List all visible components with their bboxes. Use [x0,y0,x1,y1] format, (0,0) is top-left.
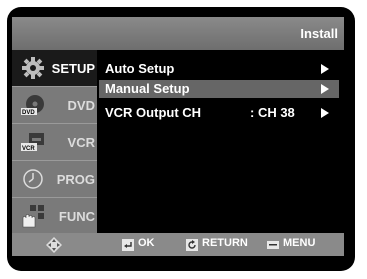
sidebar-item-setup[interactable]: SETUP [12,50,97,86]
sidebar-item-func[interactable]: FUNC [12,198,97,234]
menu-hint: MENU [267,237,327,253]
header-bar: Install [12,17,344,50]
menu-item-auto-setup[interactable]: Auto Setup [99,60,339,78]
vcr-cassette-icon: VCR [20,129,46,155]
menu-icon [267,238,279,250]
arrow-right-icon [321,84,329,94]
header-title: Install [300,26,338,41]
menu-item-vcr-output-ch[interactable]: VCR Output CH : CH 38 [99,104,339,122]
sidebar-item-label: FUNC [58,209,95,224]
grid-hand-icon [20,203,46,229]
directional-pad-icon [45,236,63,254]
sidebar-item-label: PROG [56,172,95,187]
menu-item-label: Auto Setup [105,61,175,76]
sidebar-item-vcr[interactable]: VCR VCR [12,124,97,160]
ok-enter-icon [122,238,134,251]
return-label: RETURN [202,237,248,249]
svg-text:VCR: VCR [22,146,35,152]
sidebar: SETUP DVD DVD VCR VCR PROG FUNC [12,50,97,233]
ok-hint: OK [122,237,162,253]
footer-bar: OK RETURN MENU [12,233,344,256]
svg-text:DVD: DVD [22,110,35,116]
sidebar-item-dvd[interactable]: DVD DVD [12,87,97,123]
dvd-disc-icon: DVD [20,92,46,118]
menu-item-value: : CH 38 [250,105,295,120]
clock-icon [20,166,46,192]
menu-item-label: Manual Setup [105,81,190,96]
ok-label: OK [138,237,155,249]
arrow-right-icon [321,108,329,118]
sidebar-item-label: VCR [67,135,95,150]
menu-item-label: VCR Output CH [105,105,202,120]
arrow-right-icon [321,64,329,74]
sidebar-item-label: SETUP [51,61,95,76]
sidebar-item-label: DVD [67,98,95,113]
menu-label: MENU [283,237,316,249]
sidebar-item-prog[interactable]: PROG [12,161,97,197]
gear-icon [20,55,46,81]
return-icon [186,238,198,251]
return-hint: RETURN [186,237,256,253]
menu-panel: Auto Setup Manual Setup VCR Output CH : … [97,50,344,233]
menu-item-manual-setup[interactable]: Manual Setup [99,80,339,98]
